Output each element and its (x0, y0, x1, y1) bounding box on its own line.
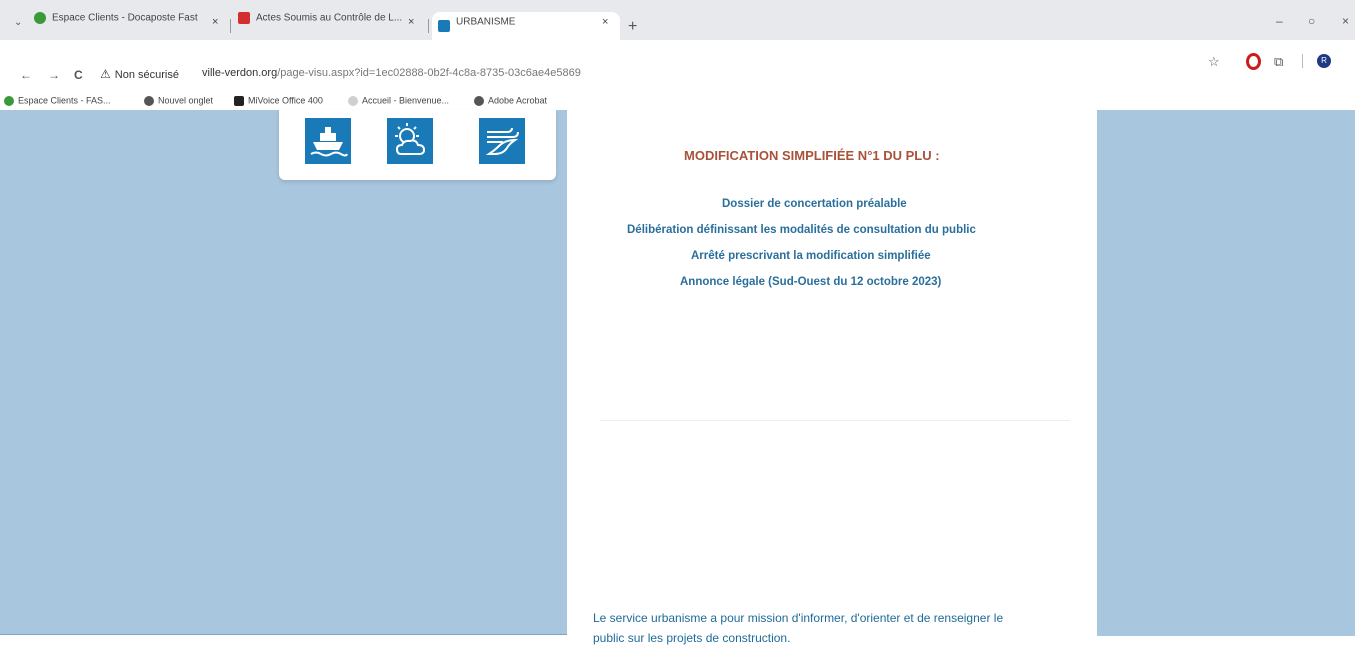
globe-icon (144, 95, 154, 106)
tab-close-icon[interactable]: × (602, 16, 608, 28)
restore-icon[interactable]: ○ (1308, 14, 1315, 28)
bookmark-label: Nouvel onglet (158, 95, 214, 106)
back-icon[interactable]: ← (20, 68, 32, 82)
address-bar: ← → C ⚠ Non sécurisé ville-verdon.org/pag… (0, 40, 1355, 90)
bookmark-espace-clients[interactable]: Espace Clients - FAS... (4, 95, 111, 106)
tab-search-chevron-icon[interactable]: ⌄ (14, 17, 22, 28)
security-indicator[interactable]: ⚠ Non sécurisé (100, 67, 179, 81)
tab-close-icon[interactable]: × (212, 16, 218, 28)
tab-title: Espace Clients - Docaposte Fast (52, 12, 198, 24)
docaposte-bookmark-icon (4, 95, 14, 106)
link-dossier-concertation[interactable]: Dossier de concertation préalable (722, 198, 907, 210)
left-panel-underline (0, 634, 567, 635)
tab-title: URBANISME (456, 16, 516, 28)
link-annonce-legale[interactable]: Annonce légale (Sud-Ouest du 12 octobre … (680, 276, 941, 288)
bookmark-mivoice[interactable]: MiVoice Office 400 (234, 95, 323, 106)
link-arrete[interactable]: Arrêté prescrivant la modification simpl… (691, 250, 931, 262)
bookmark-label: MiVoice Office 400 (248, 95, 323, 106)
left-background-panel (0, 110, 567, 634)
toolbar-divider (1302, 54, 1303, 68)
bookmarks-bar: Espace Clients - FAS... Nouvel onglet Mi… (0, 90, 1355, 110)
page-title: MODIFICATION SIMPLIFIÉE N°1 DU PLU : (684, 148, 940, 163)
bookmark-star-icon[interactable]: ☆ (1208, 54, 1220, 70)
tab-strip: ⌄ Espace Clients - Docaposte Fast × Acte… (0, 0, 1355, 40)
opera-extension-icon[interactable] (1246, 53, 1261, 70)
browser-window: ⌄ Espace Clients - Docaposte Fast × Acte… (0, 0, 1355, 648)
docaposte-favicon-icon (34, 12, 46, 24)
globe-icon (474, 95, 484, 106)
bookmark-label: Adobe Acrobat (488, 95, 548, 106)
bookmark-accueil[interactable]: Accueil - Bienvenue... (348, 95, 449, 106)
tab-actes-soumis[interactable]: Actes Soumis au Contrôle de L... × (238, 12, 418, 40)
minimize-icon[interactable]: – (1276, 14, 1283, 28)
page-content: MODIFICATION SIMPLIFIÉE N°1 DU PLU : Dos… (0, 110, 1355, 648)
reload-icon[interactable]: C (74, 68, 83, 82)
section-divider (600, 420, 1070, 421)
tab-title: Actes Soumis au Contrôle de L... (256, 12, 403, 24)
tab-separator (428, 19, 429, 33)
security-label: Non sécurisé (114, 69, 179, 81)
ship-icon[interactable] (305, 118, 351, 164)
right-background-panel (1097, 110, 1355, 636)
theme-icon-panel (279, 110, 556, 180)
urbanisme-favicon-icon (438, 20, 450, 32)
accueil-icon (348, 95, 358, 106)
wind-wave-icon[interactable] (479, 118, 525, 164)
forward-icon[interactable]: → (48, 68, 60, 82)
url-field[interactable]: ville-verdon.org/page-visu.aspx?id=1ec02… (202, 67, 581, 79)
bookmark-adobe-acrobat[interactable]: Adobe Acrobat (474, 95, 547, 106)
bookmark-label: Accueil - Bienvenue... (362, 95, 450, 106)
url-path: /page-visu.aspx?id=1ec02888-0b2f-4c8a-87… (277, 67, 581, 79)
url-host: ville-verdon.org (202, 67, 278, 79)
actes-favicon-icon (238, 12, 250, 24)
tab-urbanisme[interactable]: URBANISME × (432, 12, 620, 40)
description-line-2: public sur les projets de construction. (593, 631, 791, 645)
sun-cloud-icon[interactable] (387, 118, 433, 164)
close-window-icon[interactable]: × (1342, 14, 1349, 28)
link-deliberation[interactable]: Délibération définissant les modalités d… (627, 224, 976, 236)
extensions-puzzle-icon[interactable]: ⧉ (1274, 54, 1283, 70)
new-tab-button[interactable]: + (628, 18, 637, 36)
service-description: Le service urbanisme a pour mission d'in… (593, 608, 1093, 648)
bookmark-nouvel-onglet[interactable]: Nouvel onglet (144, 95, 213, 106)
mivoice-icon (234, 95, 244, 106)
tab-espace-clients[interactable]: Espace Clients - Docaposte Fast × (34, 12, 224, 40)
description-line-1: Le service urbanisme a pour mission d'in… (593, 611, 1004, 625)
warning-triangle-icon: ⚠ (100, 67, 111, 81)
profile-avatar[interactable]: R (1317, 54, 1331, 68)
tab-close-icon[interactable]: × (408, 16, 414, 28)
bookmark-label: Espace Clients - FAS... (18, 95, 111, 106)
tab-separator (230, 19, 231, 33)
